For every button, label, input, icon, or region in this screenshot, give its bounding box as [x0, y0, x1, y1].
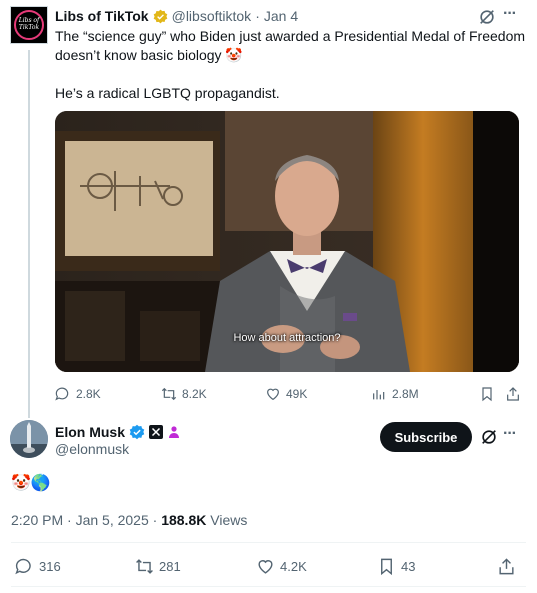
more-options-icon[interactable]: ··· [503, 5, 521, 23]
like-count: 49K [286, 387, 308, 401]
grok-icon[interactable] [480, 428, 498, 446]
views-count: 2.8M [392, 387, 419, 401]
reply-button[interactable]: 316 [15, 556, 61, 576]
bookmark-count: 43 [401, 558, 416, 574]
repost-icon [161, 387, 177, 401]
reply-count: 316 [39, 558, 61, 574]
avatar-image [10, 420, 48, 458]
government-badge-icon [169, 426, 180, 438]
subscribe-button[interactable]: Subscribe [380, 422, 472, 452]
more-options-icon[interactable]: ··· [503, 425, 517, 443]
author-name[interactable]: Elon Musk [55, 424, 125, 440]
like-button[interactable]: 4.2K [256, 556, 307, 576]
emoji-text: 🤡🌎 [11, 475, 51, 492]
repost-icon [136, 558, 153, 574]
divider [11, 586, 526, 587]
views-chart-icon [373, 390, 385, 400]
heart-icon [258, 559, 273, 574]
avatar-label: Libs of TikTok [18, 17, 40, 31]
like-button[interactable]: 49K [265, 384, 307, 404]
reply-button[interactable]: 2.8K [55, 384, 101, 404]
verified-gold-badge-icon [153, 9, 167, 23]
grok-icon[interactable] [478, 8, 496, 26]
tweet-header: Libs of TikTok @libsoftiktok · Jan 4 [55, 6, 298, 26]
tweet-time[interactable]: Jan 4 [264, 8, 298, 24]
author-name[interactable]: Libs of TikTok [55, 8, 149, 24]
reply-icon [55, 387, 69, 401]
share-icon [507, 387, 519, 401]
parent-action-bar: 2.8K 8.2K 49K 2.8M [55, 384, 525, 404]
tweet-text-line: The “science guy” who Biden just awarded… [55, 28, 526, 63]
reply-count: 2.8K [76, 387, 101, 401]
repost-count: 8.2K [182, 387, 207, 401]
bookmark-icon [381, 558, 392, 575]
x-affiliate-badge-icon [149, 425, 164, 439]
bookmark-icon [482, 387, 492, 402]
tweet-text-line: He’s a radical LGBTQ propagandist. [55, 85, 280, 101]
divider [11, 542, 526, 543]
separator-dot: · [255, 8, 260, 24]
main-action-bar: 316 281 4.2K 43 [11, 556, 526, 576]
share-icon [499, 557, 514, 574]
share-button[interactable] [497, 556, 521, 576]
bookmark-button[interactable] [479, 384, 500, 404]
repost-count: 281 [159, 558, 181, 574]
author-handle[interactable]: @elonmusk [55, 441, 129, 457]
tweet-text: 🤡🌎 [11, 474, 51, 494]
share-button[interactable] [505, 384, 526, 404]
author-name-row: Elon Musk [55, 423, 181, 441]
avatar[interactable]: Libs of TikTok [10, 6, 48, 44]
tweet-text: The “science guy” who Biden just awarded… [55, 27, 527, 103]
video-player[interactable]: How about attraction? [55, 111, 519, 372]
timestamp[interactable]: 2:20 PM · Jan 5, 2025 · [11, 512, 161, 528]
video-caption: How about attraction? [233, 332, 341, 344]
like-count: 4.2K [280, 558, 307, 574]
views-label: Views [206, 512, 248, 528]
tweet-meta: 2:20 PM · Jan 5, 2025 · 188.8K Views [11, 512, 247, 528]
repost-button[interactable]: 8.2K [161, 384, 207, 404]
heart-icon [267, 388, 279, 401]
avatar[interactable] [10, 420, 48, 458]
reply-icon [15, 558, 31, 574]
views-count: 188.8K [161, 512, 207, 528]
author-handle[interactable]: @libsoftiktok [172, 8, 252, 24]
views-button[interactable]: 2.8M [371, 384, 419, 404]
bookmark-button[interactable]: 43 [377, 556, 415, 576]
verified-blue-badge-icon [129, 424, 145, 440]
repost-button[interactable]: 281 [135, 556, 181, 576]
parent-tweet[interactable]: Libs of TikTok Libs of TikTok @libsoftik… [0, 0, 537, 412]
